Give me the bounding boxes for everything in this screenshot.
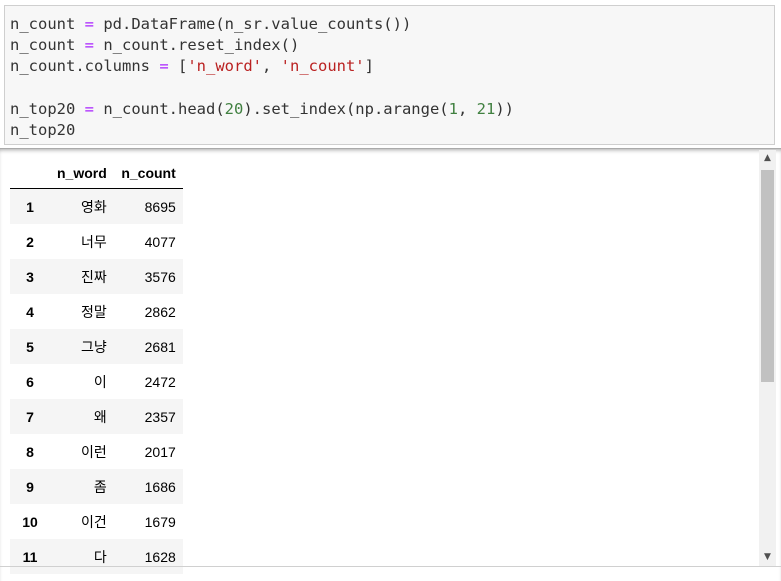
output-scrollbar[interactable]: ▲ ▼ xyxy=(759,150,776,566)
cell-n-count: 2681 xyxy=(144,338,176,355)
cell-n-count: 8695 xyxy=(144,198,176,215)
cell-n-count: 4077 xyxy=(144,233,176,250)
cell-n-word: 이건 xyxy=(81,513,107,530)
code-token: n_count xyxy=(10,15,85,33)
code-token: n_count.columns xyxy=(10,57,160,76)
code-token: [ xyxy=(168,57,188,76)
cell-n-word: 영화 xyxy=(81,198,107,215)
code-token: = xyxy=(84,15,94,33)
output-area: n_word n_count 1 영화 8695 2 너무 4077 3 진짜 3576 4 정말 2… xyxy=(0,148,781,581)
code-token: n_count.reset_index() xyxy=(94,36,300,55)
row-index: 9 xyxy=(26,478,34,495)
cell-n-word: 좀 xyxy=(93,478,107,495)
code-token: = xyxy=(84,99,94,118)
table-row: 3 진짜 3576 xyxy=(10,259,183,294)
code-token: 1 xyxy=(448,99,458,118)
row-index: 8 xyxy=(26,443,34,460)
cell-n-count: 2357 xyxy=(144,408,176,425)
cell-n-count: 1686 xyxy=(144,478,176,495)
row-index: 2 xyxy=(26,233,34,250)
table-row: 10 이건 1679 xyxy=(10,504,183,539)
table-row: 5 그냥 2681 xyxy=(10,329,183,364)
code-token: , xyxy=(457,99,477,118)
table-row: 4 정말 2862 xyxy=(10,294,183,329)
cell-n-count: 2472 xyxy=(144,373,176,390)
scroll-up-icon[interactable]: ▲ xyxy=(759,150,776,167)
cell-n-word: 진짜 xyxy=(81,268,107,285)
code-token: 'n_word' xyxy=(187,57,262,76)
code-line: n_top20 xyxy=(10,120,774,141)
cell-n-word: 이 xyxy=(93,373,107,390)
cell-n-count: 2017 xyxy=(144,443,176,460)
code-line: n_top20 = n_count.head(20).set_index(np.… xyxy=(10,99,774,120)
table-row: 1 영화 8695 xyxy=(10,188,183,224)
column-header-n-count: n_count xyxy=(113,157,183,189)
scroll-thumb[interactable] xyxy=(761,170,774,382)
code-token: 'n_count' xyxy=(280,57,365,76)
output-bottom-border xyxy=(0,566,781,567)
row-index: 3 xyxy=(26,268,34,285)
code-token: n_count.head( xyxy=(94,99,225,118)
row-index: 4 xyxy=(26,303,34,320)
table-row: 6 이 2472 xyxy=(10,364,183,399)
table-row: 2 너무 4077 xyxy=(10,224,183,259)
cell-n-word: 그냥 xyxy=(81,338,107,355)
code-token: 20 xyxy=(224,99,244,118)
dataframe-table: n_word n_count 1 영화 8695 2 너무 4077 3 진짜 3576 4 정말 2… xyxy=(10,157,183,574)
cell-n-count: 1679 xyxy=(144,513,176,530)
row-index: 5 xyxy=(26,338,34,355)
code-line: n_count.columns = ['n_word', 'n_count'] xyxy=(10,56,774,77)
cell-n-count: 3576 xyxy=(144,268,176,285)
cell-n-word: 너무 xyxy=(81,233,107,250)
table-row: 11 다 1628 xyxy=(10,539,183,574)
cell-n-count: 2862 xyxy=(144,303,176,320)
cell-n-word: 정말 xyxy=(81,303,107,320)
code-token: 21 xyxy=(476,99,496,118)
cell-n-word: 다 xyxy=(93,548,107,565)
row-index: 11 xyxy=(22,548,38,565)
code-line: n_count = pd.DataFrame(n_sr.value_counts… xyxy=(10,14,774,35)
code-token: = xyxy=(159,57,169,76)
code-token: n_top20 xyxy=(10,120,76,139)
code-token: n_top20 xyxy=(10,99,85,118)
row-index: 6 xyxy=(26,373,34,390)
row-index: 7 xyxy=(26,408,34,425)
row-index: 1 xyxy=(26,198,34,215)
table-header-row: n_word n_count xyxy=(10,157,183,189)
table-row: 7 왜 2357 xyxy=(10,399,183,434)
table-row: 9 좀 1686 xyxy=(10,469,183,504)
code-token: ] xyxy=(364,57,374,76)
index-header xyxy=(10,157,50,189)
code-cell[interactable]: n_count = pd.DataFrame(n_sr.value_counts… xyxy=(4,5,775,145)
cell-n-count: 1628 xyxy=(144,548,176,565)
cell-n-word: 이런 xyxy=(81,443,107,460)
row-index: 10 xyxy=(22,513,38,530)
code-token: )) xyxy=(495,99,514,118)
cell-n-word: 왜 xyxy=(93,408,107,425)
table-row: 8 이런 2017 xyxy=(10,434,183,469)
code-token: n_count xyxy=(10,36,85,55)
code-token: pd.DataFrame(n_sr.value_counts()) xyxy=(94,15,412,33)
code-token: ).set_index(np.arange( xyxy=(243,99,449,118)
code-line: n_count = n_count.reset_index() xyxy=(10,35,774,56)
code-token: = xyxy=(84,36,94,55)
scroll-down-icon[interactable]: ▼ xyxy=(759,549,776,566)
code-token: , xyxy=(261,57,281,76)
column-header-n-word: n_word xyxy=(50,157,114,189)
